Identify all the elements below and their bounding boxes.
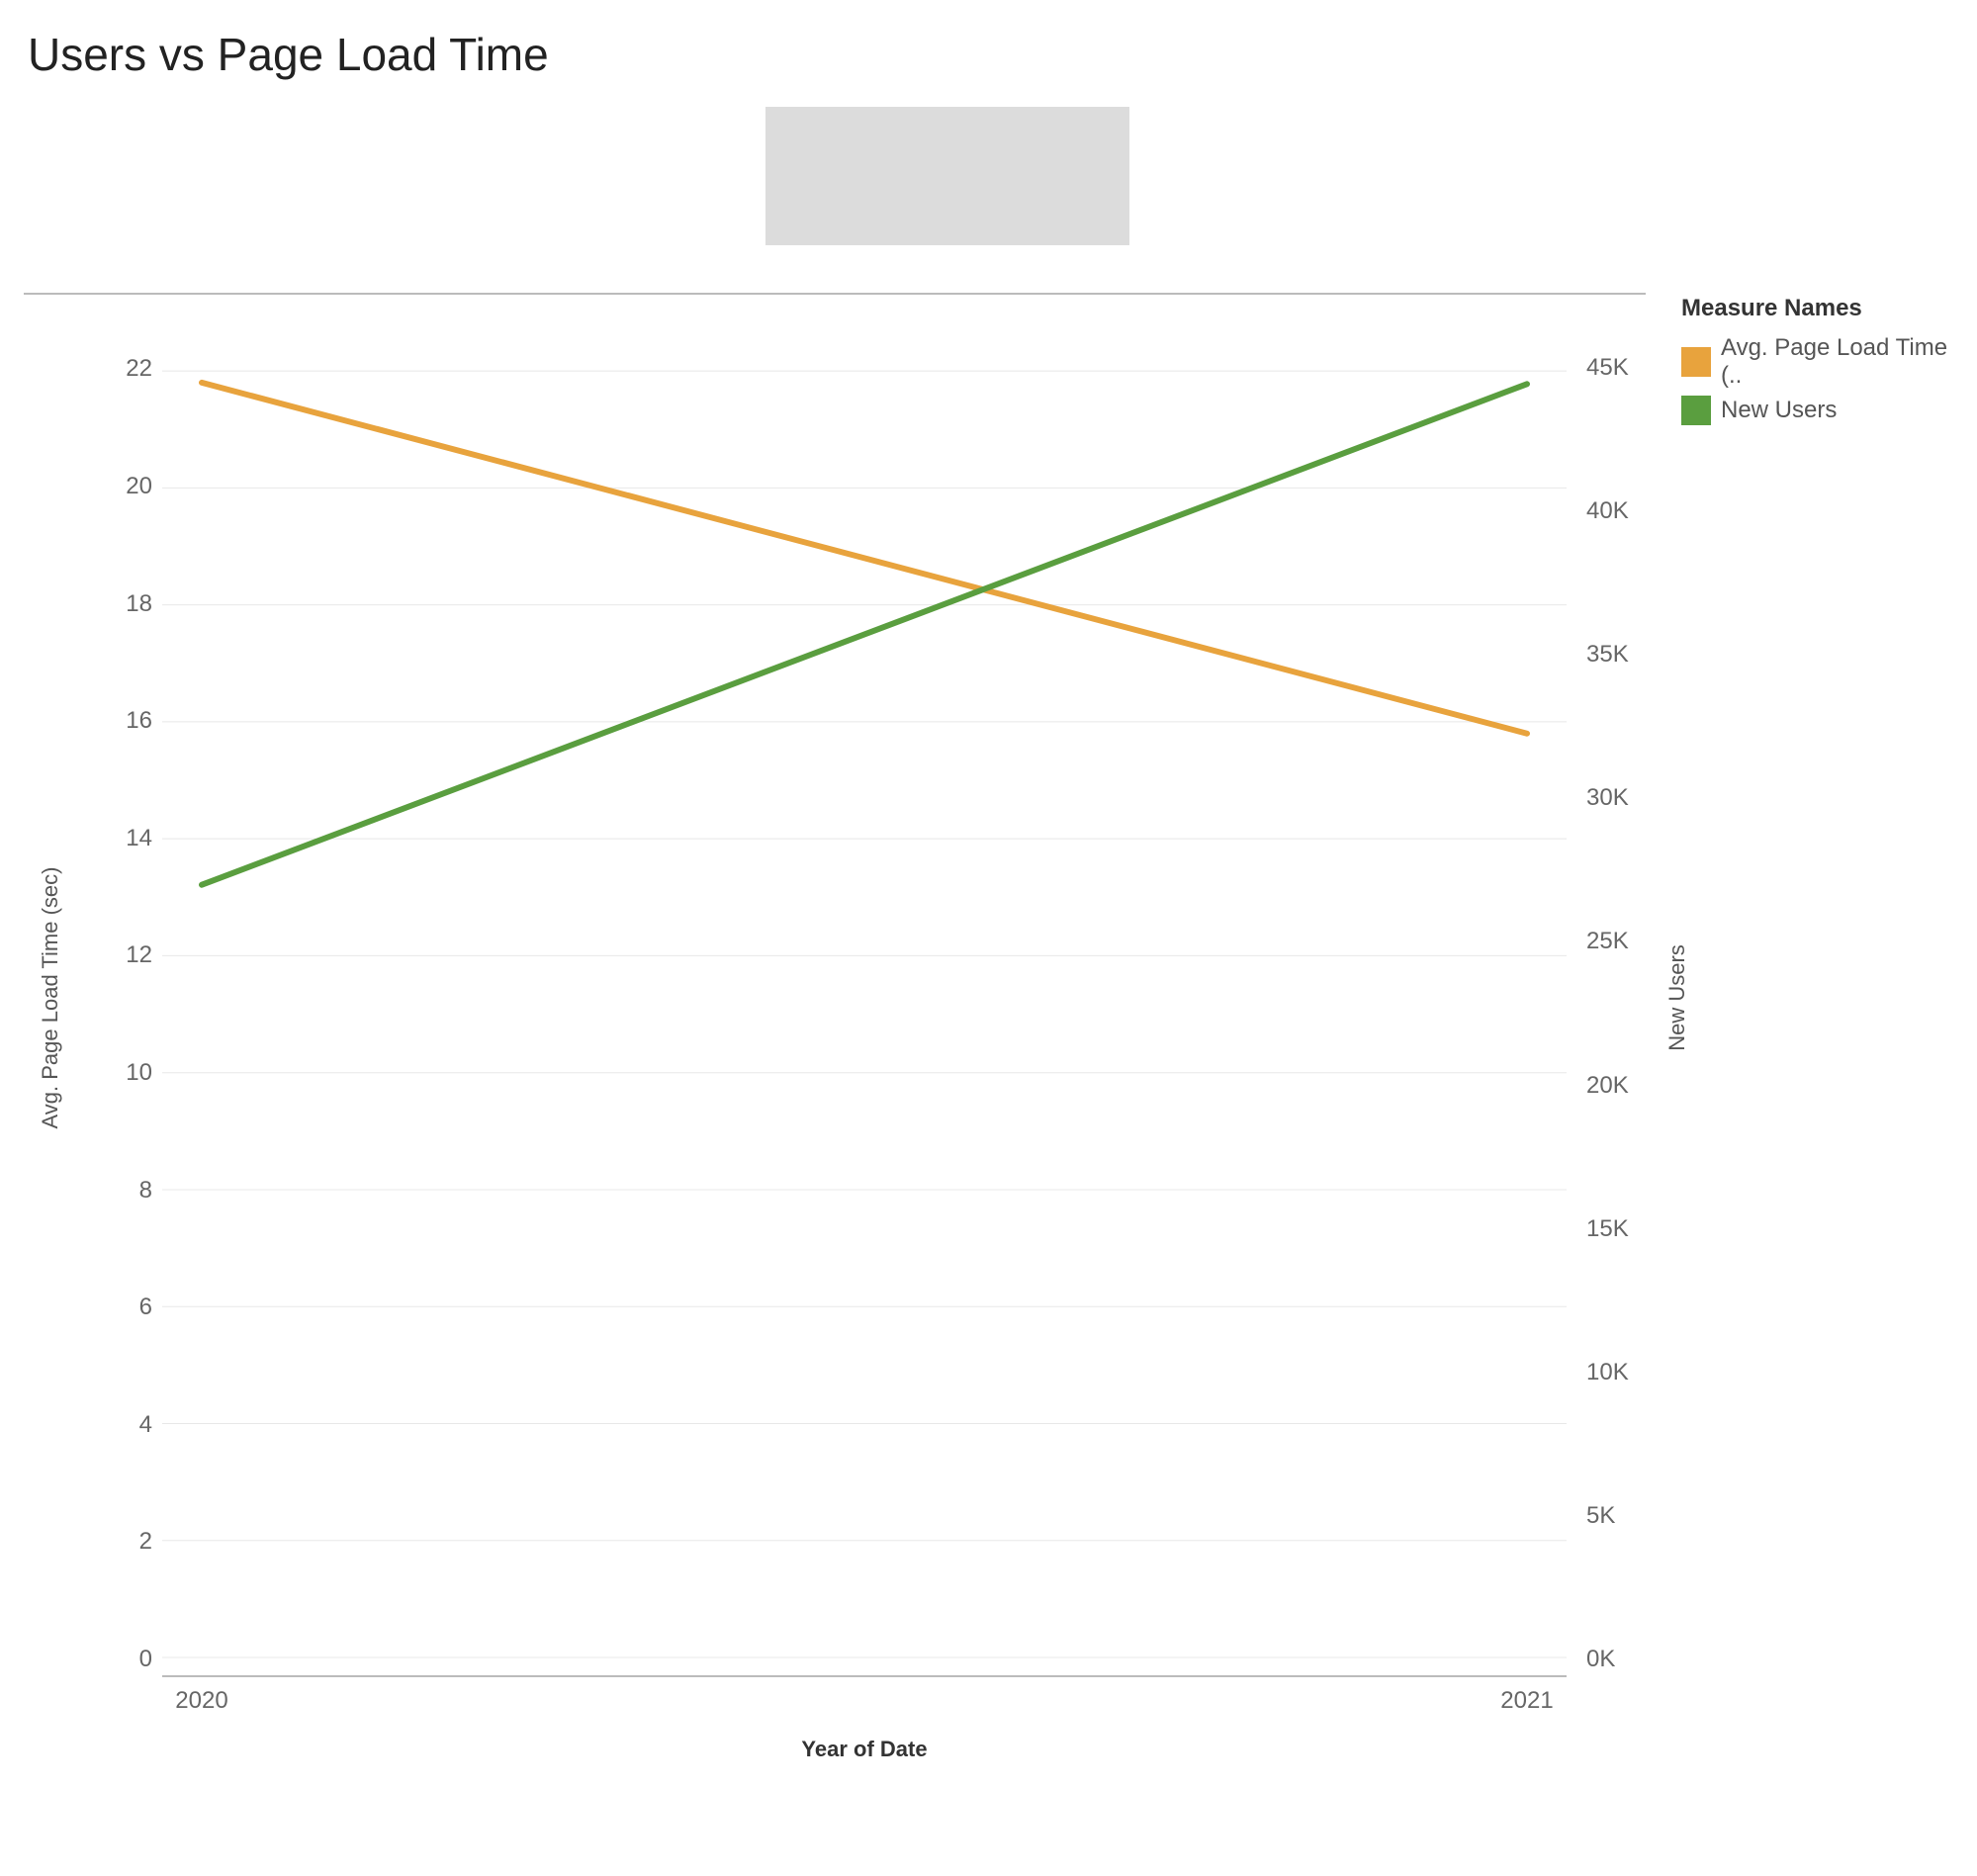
y-left-tick: 10 xyxy=(113,1059,152,1087)
y-right-tick: 15K xyxy=(1586,1215,1629,1243)
x-tick: 2021 xyxy=(1500,1687,1553,1715)
legend-swatch xyxy=(1681,347,1711,377)
y-left-tick: 16 xyxy=(113,707,152,735)
x-axis-label: Year of Date xyxy=(801,1737,927,1762)
y-right-tick: 5K xyxy=(1586,1502,1615,1530)
y-right-tick: 10K xyxy=(1586,1359,1629,1386)
legend-item[interactable]: New Users xyxy=(1681,396,1958,425)
legend-label: Avg. Page Load Time (.. xyxy=(1721,334,1958,390)
y-right-tick: 35K xyxy=(1586,641,1629,669)
y-left-axis-label: Avg. Page Load Time (sec) xyxy=(38,867,63,1129)
y-right-tick: 45K xyxy=(1586,354,1629,382)
y-left-tick: 12 xyxy=(113,941,152,969)
y-left-tick: 2 xyxy=(113,1528,152,1556)
x-tick: 2020 xyxy=(175,1687,227,1715)
y-right-tick: 20K xyxy=(1586,1072,1629,1100)
y-left-tick: 18 xyxy=(113,590,152,618)
chart-container: Avg. Page Load Time (sec) New Users Year… xyxy=(24,293,1626,1750)
y-left-tick: 22 xyxy=(113,355,152,383)
y-left-tick: 4 xyxy=(113,1411,152,1439)
legend-label: New Users xyxy=(1721,397,1837,424)
series-line xyxy=(202,383,1527,734)
legend-swatch xyxy=(1681,396,1711,425)
y-left-tick: 0 xyxy=(113,1646,152,1673)
y-right-tick: 0K xyxy=(1586,1646,1615,1673)
y-left-tick: 14 xyxy=(113,825,152,852)
series-line xyxy=(202,384,1527,884)
y-right-tick: 40K xyxy=(1586,497,1629,525)
chart-title: Users vs Page Load Time xyxy=(28,28,549,81)
y-right-tick: 30K xyxy=(1586,784,1629,812)
y-left-tick: 8 xyxy=(113,1177,152,1205)
legend-title: Measure Names xyxy=(1681,295,1958,322)
legend: Measure Names Avg. Page Load Time (.. New… xyxy=(1681,295,1958,431)
y-right-tick: 25K xyxy=(1586,928,1629,955)
plot-area xyxy=(162,293,1567,1677)
y-right-axis-label: New Users xyxy=(1664,944,1690,1051)
y-left-tick: 6 xyxy=(113,1294,152,1321)
chart-lines-svg xyxy=(162,295,1567,1675)
legend-item[interactable]: Avg. Page Load Time (.. xyxy=(1681,334,1958,390)
placeholder-box xyxy=(765,107,1129,245)
y-left-tick: 20 xyxy=(113,473,152,500)
